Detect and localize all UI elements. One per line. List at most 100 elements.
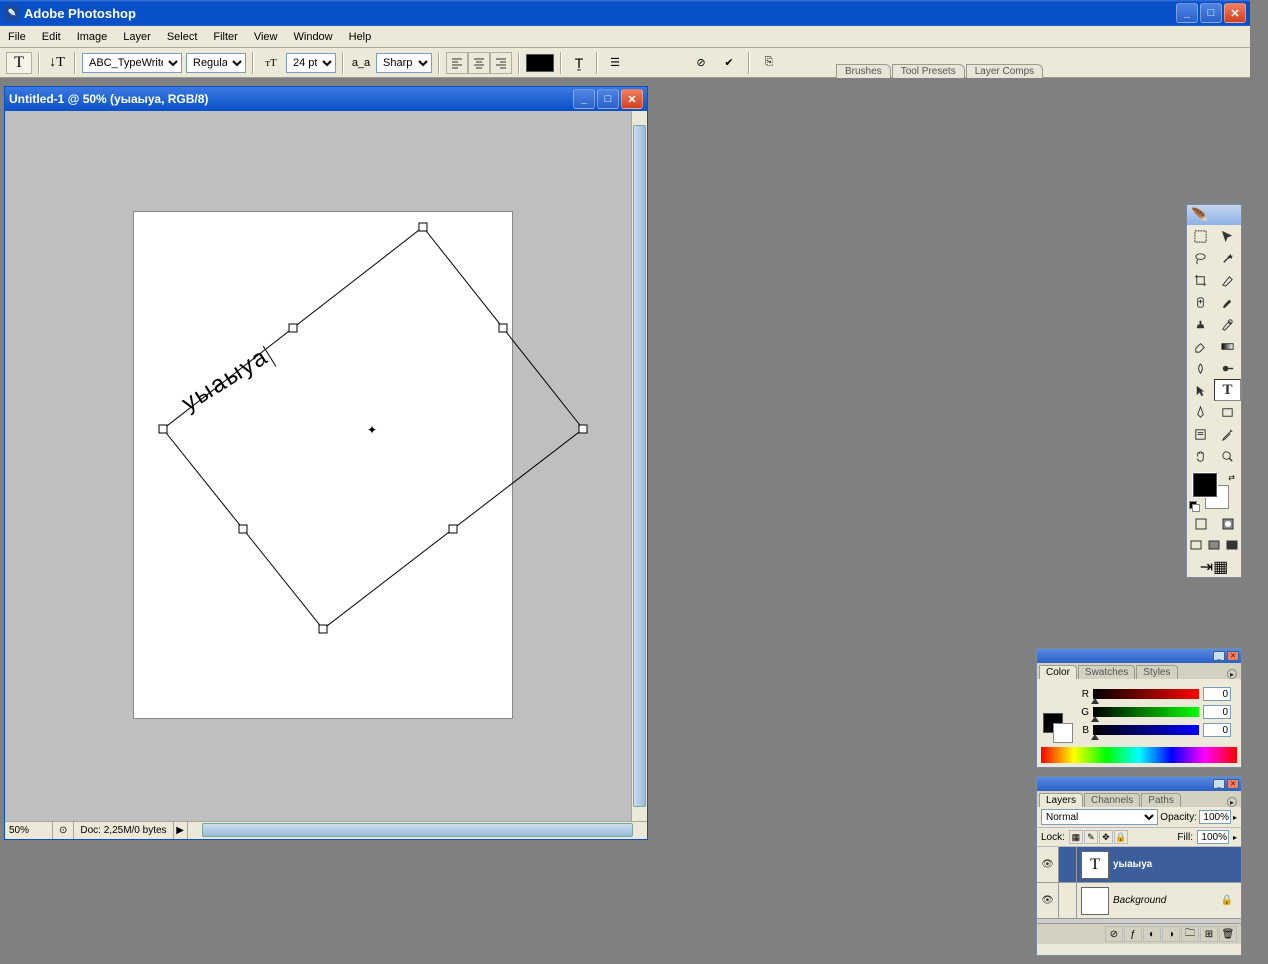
color-panel-menu-icon[interactable]: ▸ <box>1227 669 1237 679</box>
lasso-tool[interactable] <box>1187 247 1214 269</box>
swap-colors-icon[interactable]: ⇄ <box>1228 473 1235 482</box>
styles-tab[interactable]: Styles <box>1136 665 1177 679</box>
toolbox-header[interactable]: 🪶 <box>1187 205 1241 225</box>
color-spectrum[interactable] <box>1041 747 1237 763</box>
layer-name-text[interactable]: уыаыуа <box>1113 859 1152 870</box>
align-center-button[interactable] <box>468 52 490 74</box>
document-title-bar[interactable]: Untitled-1 @ 50% (уыаыуа, RGB/8) _ □ ✕ <box>5 87 647 111</box>
brush-tool[interactable] <box>1214 291 1241 313</box>
transform-anchor-icon[interactable]: ✦ <box>367 423 377 437</box>
canvas-area[interactable]: уыаыуа ✦ <box>5 111 647 821</box>
layer-visibility-icon[interactable]: 👁 <box>1037 847 1059 882</box>
color-tab[interactable]: Color <box>1039 665 1077 679</box>
fill-arrow-icon[interactable]: ▸ <box>1233 833 1237 842</box>
history-brush-tool[interactable] <box>1214 313 1241 335</box>
dock-tab-layer-comps[interactable]: Layer Comps <box>966 64 1043 78</box>
warp-text-button[interactable]: Ṯ <box>568 52 590 74</box>
b-slider[interactable] <box>1093 725 1199 735</box>
magic-wand-tool[interactable] <box>1214 247 1241 269</box>
dock-tab-brushes[interactable]: Brushes <box>836 64 891 78</box>
marquee-tool[interactable] <box>1187 225 1214 247</box>
notes-tool[interactable] <box>1187 423 1214 445</box>
pen-tool[interactable] <box>1187 401 1214 423</box>
doc-info[interactable]: Doc: 2,25M/0 bytes <box>74 822 173 839</box>
menu-window[interactable]: Window <box>286 28 341 46</box>
screen-fullmenu-button[interactable] <box>1205 535 1223 557</box>
align-right-button[interactable] <box>490 52 512 74</box>
menu-file[interactable]: File <box>0 28 34 46</box>
doc-info-menu[interactable]: ▶ <box>174 822 188 839</box>
move-tool[interactable] <box>1214 225 1241 247</box>
color-wells[interactable]: ⇄ <box>1187 471 1241 513</box>
font-size-select[interactable]: 24 pt <box>286 53 336 73</box>
menu-view[interactable]: View <box>246 28 286 46</box>
doc-info-icon[interactable]: ⊙ <box>53 822 74 839</box>
anti-alias-select[interactable]: Sharp <box>376 53 432 73</box>
r-slider[interactable] <box>1093 689 1199 699</box>
canvas[interactable] <box>133 211 513 719</box>
color-panel-title-bar[interactable]: _ ✕ <box>1037 649 1241 663</box>
b-input[interactable] <box>1203 723 1231 737</box>
screen-standard-button[interactable] <box>1187 535 1205 557</box>
lock-all-button[interactable]: 🔒 <box>1114 830 1128 844</box>
layer-row-text[interactable]: 👁 T уыаыуа <box>1037 847 1241 883</box>
fill-input[interactable] <box>1197 830 1229 844</box>
default-colors-icon[interactable] <box>1189 501 1199 511</box>
layers-tab[interactable]: Layers <box>1039 793 1083 807</box>
doc-maximize-button[interactable]: □ <box>597 89 619 109</box>
layers-panel-minimize-icon[interactable]: _ <box>1213 779 1225 789</box>
menu-select[interactable]: Select <box>159 28 206 46</box>
layer-thumb-text[interactable]: T <box>1081 851 1109 879</box>
menu-layer[interactable]: Layer <box>115 28 159 46</box>
layer-row-background[interactable]: 👁 Background 🔒 <box>1037 883 1241 919</box>
blend-mode-select[interactable]: Normal <box>1041 809 1158 825</box>
path-selection-tool[interactable] <box>1187 379 1214 401</box>
text-orientation-button[interactable]: ↓T <box>46 52 68 74</box>
crop-tool[interactable] <box>1187 269 1214 291</box>
font-style-select[interactable]: Regular <box>186 53 246 73</box>
menu-image[interactable]: Image <box>69 28 116 46</box>
menu-help[interactable]: Help <box>341 28 380 46</box>
panel-bg-color[interactable] <box>1053 723 1073 743</box>
color-panel-close-icon[interactable]: ✕ <box>1227 651 1239 661</box>
type-tool[interactable]: T <box>1214 379 1241 401</box>
lock-transparency-button[interactable]: ▦ <box>1069 830 1083 844</box>
opacity-input[interactable] <box>1199 810 1231 824</box>
standard-mode-button[interactable] <box>1187 513 1214 535</box>
g-slider[interactable] <box>1093 707 1199 717</box>
doc-horizontal-scrollbar[interactable] <box>188 822 647 839</box>
g-input[interactable] <box>1203 705 1231 719</box>
character-palette-button[interactable]: ☰ <box>604 52 626 74</box>
doc-minimize-button[interactable]: _ <box>573 89 595 109</box>
layer-mask-button[interactable]: ◐ <box>1143 926 1161 942</box>
layer-folder-button[interactable]: 🗀 <box>1181 926 1199 942</box>
palette-well-button[interactable]: ⎘ <box>758 52 780 74</box>
align-left-button[interactable] <box>446 52 468 74</box>
channels-tab[interactable]: Channels <box>1084 793 1140 807</box>
minimize-button[interactable]: _ <box>1176 3 1198 23</box>
delete-layer-button[interactable]: 🗑 <box>1219 926 1237 942</box>
layer-adjustment-button[interactable]: ◑ <box>1162 926 1180 942</box>
screen-full-button[interactable] <box>1223 535 1241 557</box>
doc-close-button[interactable]: ✕ <box>621 89 643 109</box>
layer-link-button[interactable]: ⊘ <box>1105 926 1123 942</box>
blur-tool[interactable] <box>1187 357 1214 379</box>
lock-position-button[interactable]: ✥ <box>1099 830 1113 844</box>
doc-vertical-scrollbar[interactable] <box>631 111 647 821</box>
new-layer-button[interactable]: ⊞ <box>1200 926 1218 942</box>
commit-icon[interactable]: ✔ <box>718 52 740 74</box>
paths-tab[interactable]: Paths <box>1141 793 1181 807</box>
jump-to-imageready-button[interactable]: ⇥▦ <box>1187 557 1241 577</box>
text-color-swatch[interactable] <box>526 54 554 72</box>
layer-fx-button[interactable]: ƒ <box>1124 926 1142 942</box>
lock-pixels-button[interactable]: ✎ <box>1084 830 1098 844</box>
clone-stamp-tool[interactable] <box>1187 313 1214 335</box>
gradient-tool[interactable] <box>1214 335 1241 357</box>
swatches-tab[interactable]: Swatches <box>1078 665 1135 679</box>
close-button[interactable]: ✕ <box>1224 3 1246 23</box>
shape-tool[interactable] <box>1214 401 1241 423</box>
current-tool-icon[interactable]: T <box>6 52 32 74</box>
font-family-select[interactable]: ABC_TypeWriter... <box>82 53 182 73</box>
layer-link-cell[interactable] <box>1059 847 1077 882</box>
opacity-arrow-icon[interactable]: ▸ <box>1233 813 1237 822</box>
